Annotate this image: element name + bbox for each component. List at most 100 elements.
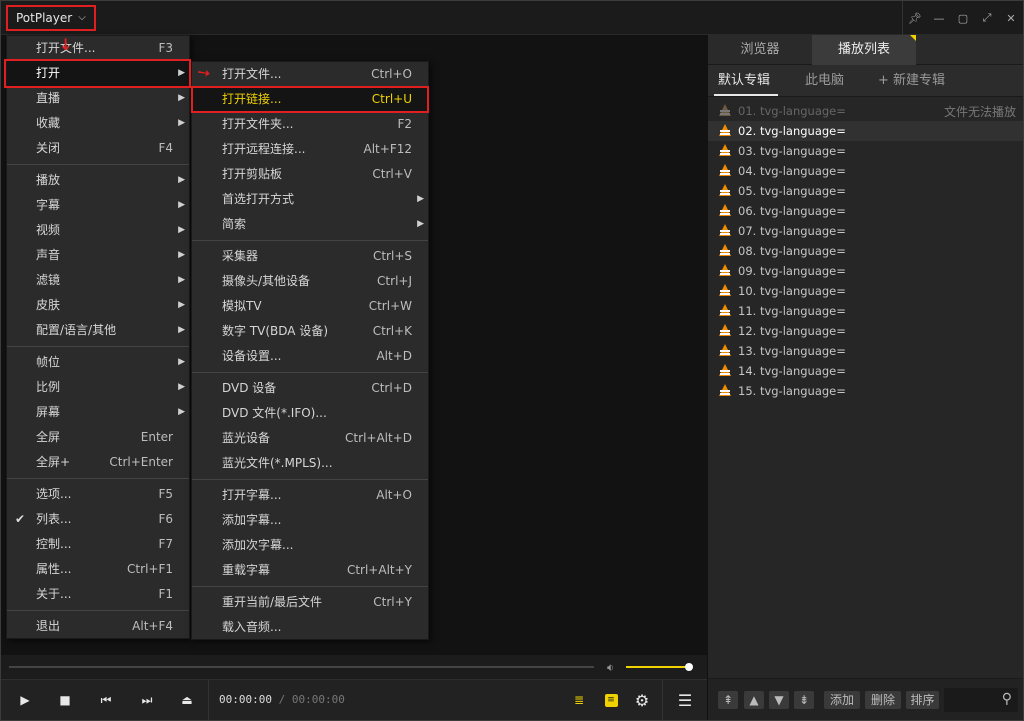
app-menu-button[interactable]: PotPlayer ⌵ [6, 5, 96, 31]
add-button[interactable]: 添加 [824, 691, 860, 709]
submenu-item[interactable]: 蓝光设备 Ctrl+Alt+D [192, 426, 428, 451]
playlist-item[interactable]: 04. tvg-language= [708, 161, 1023, 181]
tab-playlist[interactable]: 播放列表 [812, 35, 916, 65]
move-down-icon[interactable]: ▼ [769, 691, 789, 709]
menu-item[interactable]: 比例 ▶ [7, 375, 189, 400]
submenu-item[interactable]: 打开文件夹... F2 [192, 112, 428, 137]
menu-item[interactable]: 直播 ▶ [7, 86, 189, 111]
playlist-search-input[interactable]: ⚲ [944, 688, 1018, 712]
volume-icon[interactable]: 🔉︎ [607, 661, 614, 675]
playlist-item-label: 08. tvg-language= [738, 244, 846, 258]
playlist-item[interactable]: 01. tvg-language= 文件无法播放 [708, 101, 1023, 121]
chevron-down-icon: ⌵ [78, 12, 86, 23]
hamburger-menu-icon[interactable]: ☰ [672, 688, 698, 712]
playlist-item[interactable]: 02. tvg-language= [708, 121, 1023, 141]
subtab-default-album[interactable]: 默认专辑 [718, 65, 770, 97]
volume-slider[interactable] [626, 666, 688, 668]
menu-item[interactable]: 字幕 ▶ [7, 193, 189, 218]
submenu-item[interactable]: 首选打开方式 ▶ [192, 187, 428, 212]
subtab-new-album[interactable]: + 新建专辑 [878, 65, 945, 97]
submenu-item[interactable]: 打开字幕... Alt+O [192, 483, 428, 508]
menu-item[interactable]: 屏幕 ▶ [7, 400, 189, 425]
playlist-item[interactable]: 12. tvg-language= [708, 321, 1023, 341]
menu-item[interactable]: 收藏 ▶ [7, 111, 189, 136]
submenu-item[interactable]: 打开剪贴板 Ctrl+V [192, 162, 428, 187]
playlist-item[interactable]: 06. tvg-language= [708, 201, 1023, 221]
submenu-item[interactable]: 蓝光文件(*.MPLS)... [192, 451, 428, 476]
maximize-icon[interactable]: ▢ [951, 1, 975, 35]
menu-item[interactable]: 控制... F7 [7, 532, 189, 557]
menu-item[interactable]: 皮肤 ▶ [7, 293, 189, 318]
play-icon[interactable]: ▶ [12, 688, 38, 712]
playlist-item[interactable]: 15. tvg-language= [708, 381, 1023, 401]
submenu-item[interactable]: 数字 TV(BDA 设备) Ctrl+K [192, 319, 428, 344]
playlist-item[interactable]: 11. tvg-language= [708, 301, 1023, 321]
submenu-item[interactable]: 采集器 Ctrl+S [192, 244, 428, 269]
menu-item[interactable]: 配置/语言/其他 ▶ [7, 318, 189, 343]
playlist-item[interactable]: 09. tvg-language= [708, 261, 1023, 281]
submenu-item[interactable]: 添加次字幕... [192, 533, 428, 558]
menu-item-shortcut: Enter [140, 430, 173, 444]
menu-item[interactable]: 选项... F5 [7, 482, 189, 507]
submenu-item[interactable]: 简索 ▶ [192, 212, 428, 237]
submenu-item[interactable]: 打开文件... Ctrl+O [192, 62, 428, 87]
menu-item-label: 全屏 [36, 430, 61, 444]
menu-item[interactable]: 关于... F1 [7, 582, 189, 607]
menu-item[interactable]: 帧位 ▶ [7, 350, 189, 375]
menu-item-label: 关闭 [36, 141, 61, 155]
settings-gear-icon[interactable]: ⚙ [629, 688, 655, 712]
pin-icon[interactable]: 📌︎ [903, 1, 927, 35]
playlist-item[interactable]: 08. tvg-language= [708, 241, 1023, 261]
fullscreen-icon[interactable]: ⤢ [975, 1, 999, 35]
submenu-item[interactable]: 载入音频... [192, 615, 428, 640]
menu-item-label: 收藏 [36, 116, 61, 130]
playlist-item-label: 04. tvg-language= [738, 164, 846, 178]
menu-item[interactable]: 退出 Alt+F4 [7, 614, 189, 639]
playlist-item[interactable]: 10. tvg-language= [708, 281, 1023, 301]
submenu-item[interactable]: 设备设置... Alt+D [192, 344, 428, 369]
playlist-search-icon[interactable]: ≣ [566, 688, 592, 712]
menu-item[interactable]: 播放 ▶ [7, 168, 189, 193]
submenu-item[interactable]: 摄像头/其他设备 Ctrl+J [192, 269, 428, 294]
playlist-item[interactable]: 13. tvg-language= [708, 341, 1023, 361]
menu-item[interactable]: 声音 ▶ [7, 243, 189, 268]
menu-item[interactable]: 滤镜 ▶ [7, 268, 189, 293]
submenu-item[interactable]: 重载字幕 Ctrl+Alt+Y [192, 558, 428, 583]
search-icon[interactable]: ⚲ [1002, 691, 1012, 707]
playlist-item[interactable]: 03. tvg-language= [708, 141, 1023, 161]
minimize-icon[interactable]: — [927, 1, 951, 35]
menu-item[interactable]: 视频 ▶ [7, 218, 189, 243]
subtitle-icon[interactable]: ≡ [598, 688, 624, 712]
menu-item[interactable]: 属性... Ctrl+F1 [7, 557, 189, 582]
menu-item[interactable]: ✔ 列表... F6 [7, 507, 189, 532]
submenu-item[interactable]: 模拟TV Ctrl+W [192, 294, 428, 319]
menu-item[interactable]: 全屏+ Ctrl+Enter [7, 450, 189, 475]
stop-icon[interactable]: ■ [52, 688, 78, 712]
playlist-item[interactable]: 07. tvg-language= [708, 221, 1023, 241]
move-top-icon[interactable]: ⇞ [718, 691, 738, 709]
volume-knob[interactable] [685, 663, 693, 671]
close-icon[interactable]: ✕ [999, 1, 1023, 35]
eject-icon[interactable]: ⏏︎ [174, 688, 200, 712]
submenu-item[interactable]: 添加字幕... [192, 508, 428, 533]
tab-browser[interactable]: 浏览器 [708, 35, 812, 65]
next-icon[interactable]: ⏭︎ [134, 688, 160, 712]
menu-item[interactable]: 关闭 F4 [7, 136, 189, 161]
subtab-this-pc[interactable]: 此电脑 [805, 65, 844, 97]
move-up-icon[interactable]: ▲ [744, 691, 764, 709]
playlist-item-label: 11. tvg-language= [738, 304, 846, 318]
menu-item[interactable]: 打开文件... F3 [7, 36, 189, 61]
open-submenu: 打开文件... Ctrl+O 打开链接... Ctrl+U 打开文件夹... F2 打开远程… [191, 61, 429, 640]
submenu-item[interactable]: 重开当前/最后文件 Ctrl+Y [192, 590, 428, 615]
menu-item[interactable]: 全屏 Enter [7, 425, 189, 450]
sort-button[interactable]: 排序 [906, 691, 939, 709]
submenu-item[interactable]: 打开远程连接... Alt+F12 [192, 137, 428, 162]
previous-icon[interactable]: ⏮︎ [93, 688, 119, 712]
seek-bar[interactable] [9, 666, 594, 668]
playlist-item[interactable]: 14. tvg-language= [708, 361, 1023, 381]
submenu-item[interactable]: DVD 设备 Ctrl+D [192, 376, 428, 401]
playlist-item[interactable]: 05. tvg-language= [708, 181, 1023, 201]
move-bottom-icon[interactable]: ⇟ [794, 691, 814, 709]
submenu-item[interactable]: DVD 文件(*.IFO)... [192, 401, 428, 426]
delete-button[interactable]: 删除 [865, 691, 901, 709]
